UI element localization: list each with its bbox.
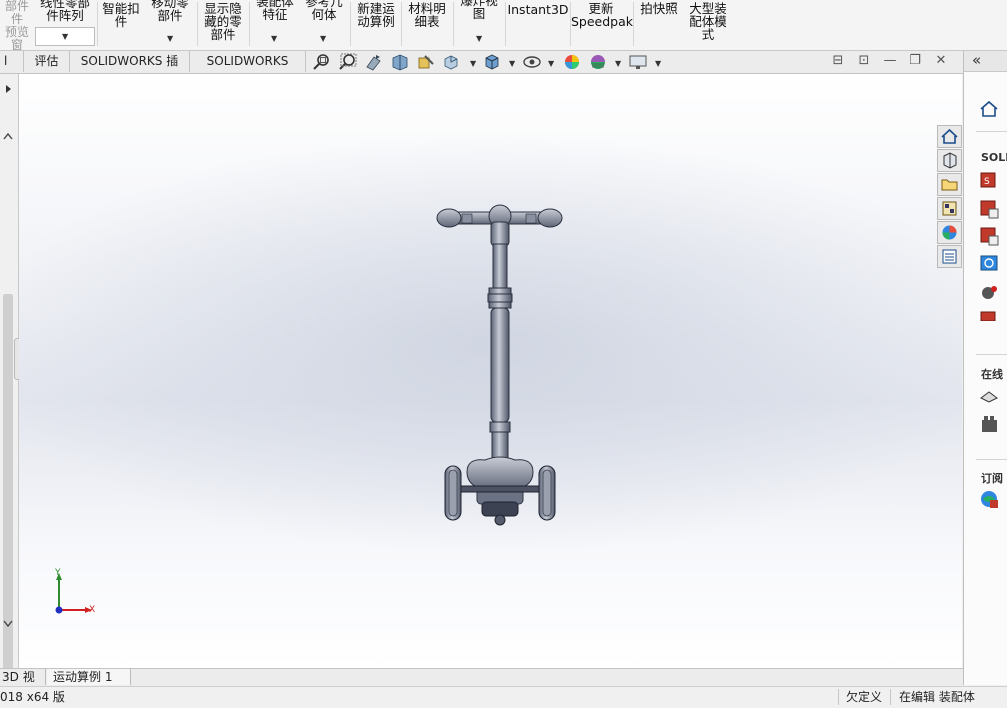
take-snapshot-button[interactable]: 拍快照	[635, 2, 683, 50]
ribbon-separator	[633, 2, 634, 46]
new-motion-study-button[interactable]: 新建运 动算例	[352, 2, 400, 50]
tab-view-palette[interactable]	[937, 197, 962, 220]
tile-window-icon[interactable]: ⊟	[831, 54, 845, 68]
expand-arrow-icon[interactable]	[2, 82, 14, 96]
chevron-down-icon: ▼	[62, 32, 69, 41]
zoom-to-fit-icon[interactable]	[312, 53, 332, 71]
divider	[976, 459, 1007, 460]
instant3d-button[interactable]: Instant3D	[507, 3, 569, 50]
section-view-icon[interactable]	[390, 53, 410, 71]
divider	[976, 354, 1007, 355]
folder-icon	[941, 179, 958, 191]
ribbon-separator	[505, 2, 506, 46]
view-orientation-icon[interactable]	[442, 53, 462, 71]
command-manager-ribbon: 部件件 预览窗 口 线性零部 件阵列 ▼ 智能扣 件 移动零 部件 ▼ 显示隐 …	[0, 0, 1007, 51]
scooter-model[interactable]	[19, 74, 962, 668]
graphics-area[interactable]: Y X	[19, 74, 962, 668]
chevron-down-icon[interactable]: ▼	[271, 34, 277, 43]
status-bar: 018 x64 版 欠定义 在编辑 装配体	[0, 686, 1007, 708]
task-pane-header: «	[964, 51, 1007, 72]
divider	[838, 689, 839, 705]
task-pane: « SOLII S 在线 订阅	[963, 51, 1007, 685]
view-palette-icon	[942, 201, 957, 216]
tab-file-explorer[interactable]	[937, 173, 962, 196]
online-resource-icons[interactable]	[979, 388, 1001, 438]
tool-icons[interactable]: S	[979, 171, 1001, 321]
custom-properties-icon	[942, 249, 957, 264]
pattern-dropdown[interactable]: ▼	[35, 27, 95, 46]
close-icon[interactable]: ✕	[934, 54, 948, 68]
bill-of-materials-button[interactable]: 材料明 细表	[403, 2, 451, 50]
minimize-icon[interactable]: —	[883, 54, 897, 68]
previous-view-icon[interactable]	[364, 53, 384, 71]
large-assembly-mode-button[interactable]: 大型装 配体模 式	[684, 2, 732, 50]
command-tabs: l 评估 SOLIDWORKS 插件 SOLIDWORKS MBD ▼ ▼ ▼ …	[0, 51, 963, 89]
task-pane-tabs	[937, 125, 962, 270]
home-icon[interactable]	[978, 99, 1000, 119]
status-undefined: 欠定义	[846, 690, 883, 704]
divider	[890, 689, 891, 705]
ribbon-separator	[249, 2, 250, 46]
y-axis-label: Y	[55, 568, 61, 578]
zoom-to-area-icon[interactable]	[338, 53, 358, 71]
chevron-down-icon[interactable]: ▼	[320, 34, 326, 43]
dynamic-annotation-icon[interactable]	[416, 53, 436, 71]
home-icon	[941, 128, 958, 144]
chevron-down-icon[interactable]: ▼	[615, 59, 621, 68]
tab-solidworks-addins[interactable]: SOLIDWORKS 插件	[70, 51, 190, 89]
view-settings-icon[interactable]	[628, 53, 648, 71]
update-speedpak-button[interactable]: 更新 Speedpak	[571, 2, 633, 50]
next-window-icon[interactable]: ⊡	[857, 54, 871, 68]
tab-3d-view[interactable]: 3D 视图	[0, 669, 46, 700]
appearances-icon	[942, 225, 957, 240]
x-axis-label: X	[89, 605, 96, 615]
section-online-resources: 在线	[981, 368, 1003, 381]
restore-icon[interactable]: ❐	[908, 54, 922, 68]
scroll-down-icon[interactable]	[2, 616, 14, 630]
chevron-down-icon[interactable]: ▼	[167, 34, 173, 43]
preview-window-button[interactable]: 部件件 预览窗 口	[0, 0, 34, 50]
tab-partial[interactable]: l	[0, 51, 24, 72]
tab-custom-properties[interactable]	[937, 245, 962, 268]
feature-manager-collapsed	[0, 74, 24, 684]
section-subscription-services: 订阅	[981, 472, 1003, 485]
chevron-down-icon[interactable]: ▼	[655, 59, 661, 68]
status-version: 018 x64 版	[0, 690, 65, 704]
tab-design-library[interactable]	[937, 149, 962, 172]
divider	[976, 131, 1007, 132]
tab-solidworks-mbd[interactable]: SOLIDWORKS MBD	[190, 51, 306, 89]
tab-motion-study-1[interactable]: 运动算例 1	[47, 669, 131, 685]
section-solidworks-tools: SOLII	[981, 151, 1007, 164]
apply-scene-icon[interactable]	[588, 53, 608, 71]
ribbon-separator	[453, 2, 454, 46]
chevron-down-icon[interactable]: ▼	[509, 59, 515, 68]
ribbon-separator	[401, 2, 402, 46]
ribbon-separator	[197, 2, 198, 46]
edit-appearance-icon[interactable]	[562, 53, 582, 71]
design-library-icon	[943, 152, 957, 169]
show-hidden-components-button[interactable]: 显示隐 藏的零 部件	[199, 2, 247, 50]
svg-text:S: S	[984, 177, 990, 187]
hide-show-items-icon[interactable]	[522, 53, 542, 71]
status-editing: 在编辑 装配体	[899, 690, 975, 704]
tab-solidworks-resources[interactable]	[937, 125, 962, 148]
chevron-down-icon[interactable]: ▼	[470, 59, 476, 68]
chevron-down-icon[interactable]: ▼	[548, 59, 554, 68]
subscription-icon[interactable]	[979, 489, 1001, 511]
tab-evaluate[interactable]: 评估	[24, 51, 70, 72]
tab-appearances[interactable]	[937, 221, 962, 244]
chevron-down-icon[interactable]: ▼	[476, 34, 482, 43]
scroll-up-icon[interactable]	[2, 130, 14, 144]
display-style-icon[interactable]	[482, 53, 502, 71]
collapse-pane-icon[interactable]: «	[972, 51, 981, 69]
ribbon-separator	[350, 2, 351, 46]
smart-fasteners-button[interactable]: 智能扣 件	[98, 2, 144, 50]
model-view-tabs: 3D 视图 运动算例 1	[0, 668, 963, 700]
